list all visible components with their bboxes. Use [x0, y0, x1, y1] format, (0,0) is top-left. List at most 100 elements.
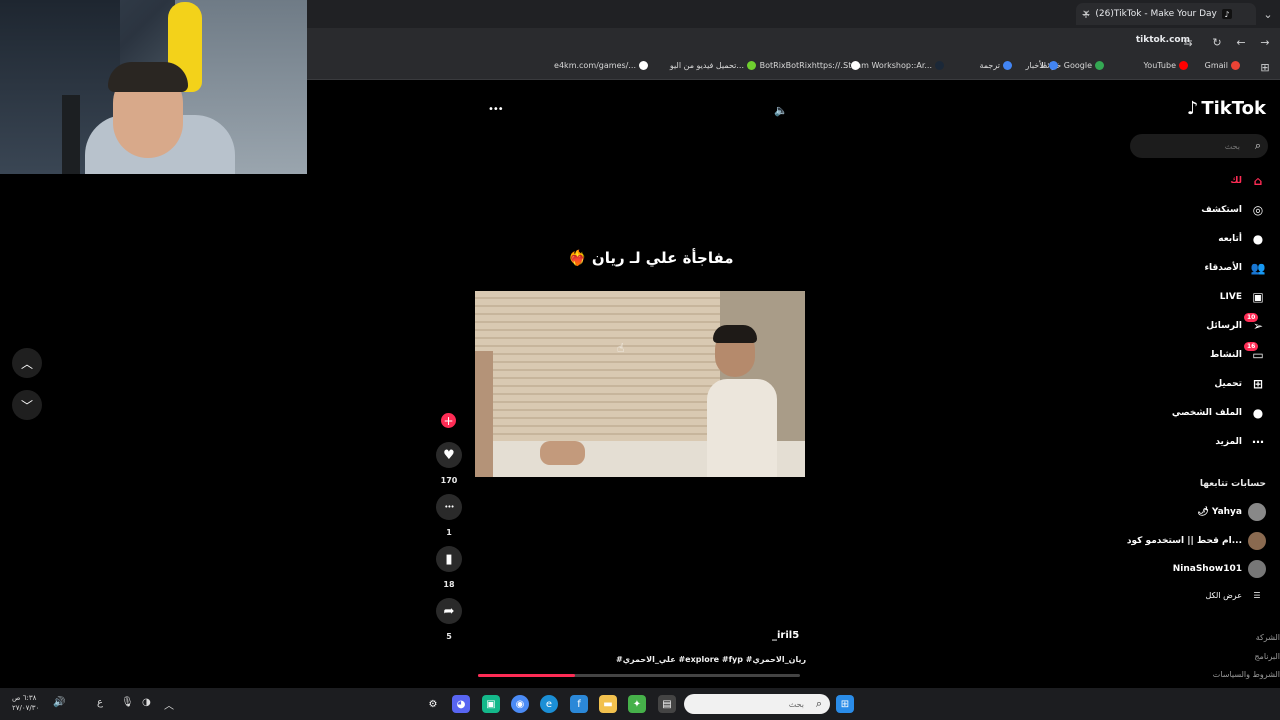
- bookmark-favicon-icon: [851, 61, 860, 70]
- followed-account[interactable]: ام قحط || استخدمو كود...: [1127, 532, 1266, 550]
- bookmark-icon: ▮: [445, 551, 453, 567]
- tray-app-icon[interactable]: ◑: [142, 697, 151, 708]
- bookmark-label: Gmail: [1204, 61, 1228, 70]
- bookmark-item[interactable]: YouTube: [1143, 61, 1188, 70]
- new-tab-icon[interactable]: +: [1080, 8, 1092, 21]
- bookmark-favicon-icon: [1095, 61, 1104, 70]
- chevron-down-icon[interactable]: ⌄: [1262, 8, 1274, 21]
- tiktok-favicon-icon: ♪: [1221, 9, 1232, 19]
- sidebar-item-label: الملف الشخصي: [1171, 408, 1242, 418]
- footer-link-program[interactable]: البرنامج: [1254, 652, 1280, 661]
- sidebar-item-label: النشاط: [1209, 350, 1242, 360]
- sidebar-item-messages[interactable]: الرسائل ➢ 10: [1206, 313, 1266, 334]
- tiktok-logo-text: TikTok: [1201, 98, 1266, 119]
- followed-account[interactable]: NinaShow101: [1173, 560, 1266, 578]
- tiktok-logo[interactable]: ♪ TikTok: [1187, 98, 1266, 119]
- previous-video-button[interactable]: ︿: [12, 348, 42, 378]
- bookmark-favicon-icon: [747, 61, 756, 70]
- video-hashtags[interactable]: #علي_الاحمري #explore #fyp #ريان_الاحمري: [616, 655, 806, 664]
- apps-grid-icon[interactable]: ⊞: [1259, 61, 1271, 74]
- search-input[interactable]: بحث ⌕: [1130, 134, 1268, 158]
- followed-account[interactable]: 🌶 Yahya: [1197, 503, 1266, 521]
- tray-expand-icon[interactable]: ︿: [164, 697, 174, 712]
- footer-link-terms[interactable]: الشروط والسياسات: [1213, 670, 1280, 679]
- app-icon-blue[interactable]: f: [570, 695, 588, 713]
- taskbar-search-input[interactable]: بحث ⌕: [684, 694, 830, 714]
- bookmark-label: تحميل فيديو من اليو...: [669, 61, 744, 70]
- bookmark-item[interactable]: Gmail: [1205, 61, 1240, 70]
- share-count: 5: [446, 632, 452, 641]
- sidebar-item-upload[interactable]: تحميل ⊞: [1214, 376, 1266, 392]
- reload-icon[interactable]: ↻: [1210, 35, 1224, 49]
- bookmark-favicon-icon: [1179, 61, 1188, 70]
- comment-button[interactable]: •••: [436, 494, 462, 520]
- url-text[interactable]: tiktok.com: [1136, 35, 1190, 45]
- bookmark-item[interactable]: تحميل فيديو من اليو...: [670, 61, 756, 70]
- app-icon-grey[interactable]: ▤: [658, 695, 676, 713]
- comment-icon: •••: [444, 503, 454, 511]
- next-video-button[interactable]: ﹀: [12, 390, 42, 420]
- friends-icon: 👥: [1250, 261, 1266, 275]
- sidebar-item-live[interactable]: LIVE ▣: [1220, 289, 1266, 305]
- back-icon[interactable]: ←: [1234, 35, 1248, 49]
- bookmark-item[interactable]: ترجمة: [980, 61, 1012, 70]
- chrome-icon[interactable]: ◉: [511, 695, 529, 713]
- taskbar-clock[interactable]: ٦:٣٨ ص ٢٧/٠٧/٣٠: [12, 693, 39, 713]
- follow-plus-button[interactable]: +: [441, 413, 456, 428]
- search-placeholder: بحث: [1224, 141, 1240, 151]
- sidebar-item-friends[interactable]: الأصدقاء 👥: [1204, 260, 1266, 276]
- discord-icon[interactable]: ◕: [452, 695, 470, 713]
- bookmark-favicon-icon: [1231, 61, 1240, 70]
- bookmark-item[interactable]: BotRixBotRixhttps://...: [760, 61, 860, 70]
- account-name: 🌶 Yahya: [1197, 507, 1242, 517]
- sidebar-item-more[interactable]: المزيد ⋯: [1215, 434, 1266, 450]
- sidebar-item-profile[interactable]: الملف الشخصي ●: [1172, 405, 1266, 421]
- sidebar-item-home[interactable]: لك ⌂: [1230, 173, 1266, 189]
- edge-icon[interactable]: e: [540, 695, 558, 713]
- microphone-icon[interactable]: 🎙: [121, 697, 134, 708]
- file-explorer-icon[interactable]: ▬: [599, 695, 617, 713]
- sidebar-item-label: لك: [1230, 176, 1242, 186]
- avatar: [1248, 560, 1266, 578]
- windows-start-icon[interactable]: ⊞: [836, 695, 854, 713]
- settings-gear-icon[interactable]: ⚙: [424, 695, 442, 713]
- bookmark-label: YouTube: [1143, 61, 1176, 70]
- bookmark-favicon-icon: [1049, 61, 1058, 70]
- forward-icon[interactable]: →: [1258, 35, 1272, 49]
- search-icon[interactable]: ⌕: [1255, 139, 1261, 153]
- messages-icon: ➢ 10: [1244, 313, 1266, 334]
- footer-link-company[interactable]: الشركة: [1256, 633, 1280, 642]
- browser-tab[interactable]: ✕ (26)TikTok - Make Your Day ♪: [1076, 3, 1256, 25]
- sidebar-item-following-avatar[interactable]: أتابعه ●: [1218, 231, 1266, 247]
- show-all-link[interactable]: عرض الكل ☰: [1205, 591, 1266, 600]
- video-author[interactable]: _iril5: [772, 630, 799, 641]
- comment-count: 1: [446, 528, 452, 537]
- sidebar-item-label: استكشف: [1201, 205, 1242, 215]
- sound-icon[interactable]: 🔈: [774, 104, 788, 117]
- following-section-title: حسابات تتابعها: [1199, 479, 1266, 489]
- sidebar-item-activity[interactable]: النشاط ▭ 16: [1209, 342, 1266, 363]
- bookmark-label: BotRixBotRixhttps://...: [759, 61, 848, 70]
- like-count: 170: [440, 476, 458, 485]
- app-icon-green[interactable]: ▣: [482, 695, 500, 713]
- bookmark-item[interactable]: الأخبار: [1026, 61, 1058, 70]
- share-button[interactable]: ➦: [436, 598, 462, 624]
- video-progress-bar[interactable]: [478, 674, 800, 677]
- share-icon: ➦: [443, 603, 455, 619]
- volume-icon[interactable]: 🔊: [53, 697, 65, 708]
- bookmark-button[interactable]: ▮: [436, 546, 462, 572]
- like-button[interactable]: ♥: [436, 442, 462, 468]
- taskbar-search-icon: ⌕: [815, 697, 822, 710]
- sidebar-item-compass[interactable]: استكشف ◎: [1201, 202, 1266, 218]
- video-progress-fill: [478, 674, 575, 677]
- like-icon: ♥: [443, 447, 455, 463]
- language-indicator[interactable]: ع: [97, 697, 103, 708]
- more-options-icon[interactable]: •••: [488, 104, 504, 115]
- video-player[interactable]: [475, 291, 805, 477]
- app-icon-multicolor[interactable]: ✦: [628, 695, 646, 713]
- webcam-overlay: [0, 0, 307, 174]
- sidebar-item-label: LIVE: [1219, 292, 1242, 302]
- bookmark-item[interactable]: e4km.com/games/...: [554, 61, 648, 70]
- sidebar-item-label: المزيد: [1215, 437, 1242, 447]
- bookmark-label: الأخبار: [1025, 61, 1046, 70]
